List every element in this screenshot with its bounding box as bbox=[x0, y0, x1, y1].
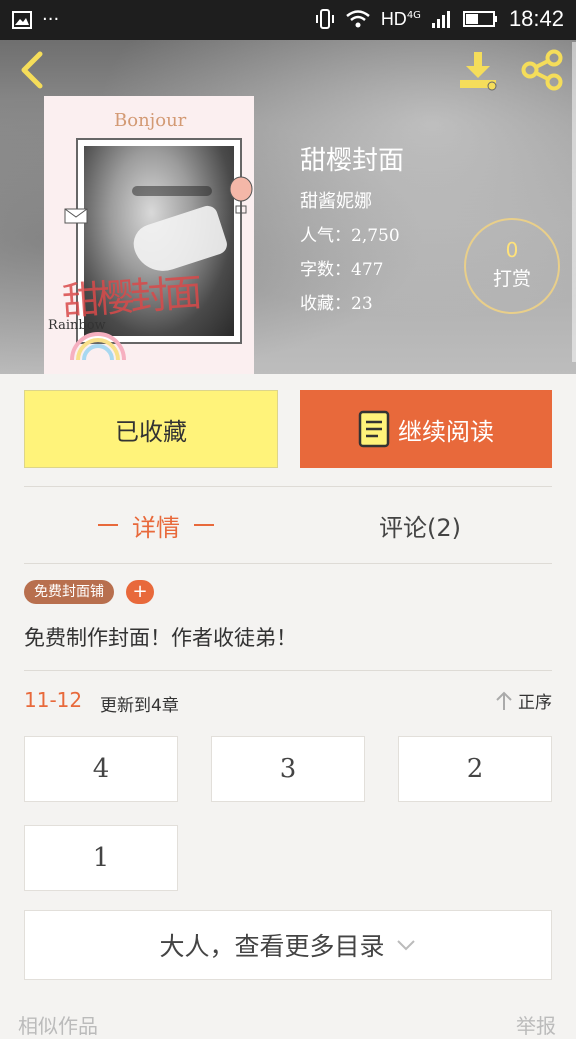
update-text: 更新到4章 bbox=[100, 696, 179, 716]
network-type: HD bbox=[380, 8, 407, 29]
sort-order-button[interactable]: 正序 bbox=[494, 688, 552, 713]
more-toc-button[interactable]: 大人，查看更多目录 bbox=[24, 910, 552, 980]
arrow-up-icon bbox=[496, 691, 512, 710]
tab-active-dash-left bbox=[98, 524, 118, 526]
tab-details-label: 详情 bbox=[132, 513, 180, 542]
book-word-count: 字数：477 bbox=[300, 260, 384, 280]
chapter-button[interactable]: 4 bbox=[24, 736, 178, 802]
download-button[interactable] bbox=[456, 48, 504, 92]
book-summary: 免费制作封面！作者收徒弟！ bbox=[24, 626, 297, 650]
similar-works-heading: 相似作品 bbox=[18, 1014, 98, 1038]
book-popularity: 人气：2,750 bbox=[300, 226, 400, 246]
reward-label: 打赏 bbox=[492, 268, 531, 290]
tab-active-dash-right bbox=[194, 524, 214, 526]
collected-label: 已收藏 bbox=[115, 417, 187, 446]
divider bbox=[24, 670, 552, 671]
add-tag-button[interactable]: + bbox=[126, 580, 154, 604]
cover-text-bonjour: Bonjour bbox=[114, 110, 187, 131]
chapter-button[interactable]: 2 bbox=[398, 736, 552, 802]
rainbow-icon bbox=[70, 332, 126, 361]
back-button[interactable] bbox=[14, 48, 54, 92]
sort-order-label: 正序 bbox=[518, 693, 552, 713]
back-arrow-icon bbox=[21, 51, 43, 89]
wifi-icon bbox=[346, 10, 370, 28]
vibrate-icon bbox=[315, 9, 334, 29]
tab-comments-label: 评论(2) bbox=[379, 513, 461, 542]
reward-count: 0 bbox=[505, 238, 519, 262]
cover-title-art: 甜樱封面 bbox=[60, 270, 200, 324]
book-info: 甜樱封面 甜酱妮娜 人气：2,750 字数：477 收藏：23 bbox=[300, 140, 404, 323]
cover-eyes bbox=[132, 186, 212, 196]
download-icon bbox=[460, 52, 497, 91]
book-author[interactable]: 甜酱妮娜 bbox=[300, 187, 404, 213]
continue-reading-label: 继续阅读 bbox=[398, 417, 494, 446]
chapter-button[interactable]: 3 bbox=[211, 736, 365, 802]
book-icon bbox=[358, 410, 390, 448]
category-tag[interactable]: 免费封面铺 bbox=[24, 580, 114, 604]
chapter-button[interactable]: 1 bbox=[24, 825, 178, 891]
cover-text-rainbow: Rainbow bbox=[48, 318, 106, 333]
clock: 18:42 bbox=[508, 6, 564, 31]
signal-generation: 4G bbox=[406, 9, 421, 21]
share-button[interactable] bbox=[520, 48, 568, 92]
tab-details[interactable]: 详情 bbox=[24, 494, 288, 556]
gallery-icon bbox=[12, 10, 32, 29]
battery-icon bbox=[462, 11, 497, 27]
divider bbox=[24, 486, 552, 487]
status-dots: ··· bbox=[42, 9, 60, 30]
divider bbox=[24, 563, 552, 564]
collected-button[interactable]: 已收藏 bbox=[24, 390, 278, 468]
envelope-icon bbox=[64, 208, 88, 224]
signal-icon bbox=[431, 11, 450, 28]
book-cover[interactable]: Bonjour 甜樱封面 Rainbow bbox=[44, 96, 254, 374]
reward-button[interactable]: 0 打赏 bbox=[464, 218, 560, 314]
scrollbar[interactable] bbox=[572, 42, 576, 362]
chevron-down-icon bbox=[396, 940, 415, 951]
report-link[interactable]: 举报 bbox=[516, 1010, 556, 1039]
update-date: 11-12 bbox=[24, 688, 83, 712]
book-favorites: 收藏：23 bbox=[300, 294, 373, 314]
share-icon bbox=[521, 49, 563, 91]
status-bar: ··· HD 4G 18:42 bbox=[0, 0, 576, 40]
balloon-icon bbox=[229, 176, 253, 214]
continue-reading-button[interactable]: 继续阅读 bbox=[300, 390, 552, 468]
more-toc-label: 大人，查看更多目录 bbox=[159, 932, 385, 961]
tab-comments[interactable]: 评论(2) bbox=[288, 494, 552, 556]
book-title: 甜樱封面 bbox=[300, 146, 405, 176]
